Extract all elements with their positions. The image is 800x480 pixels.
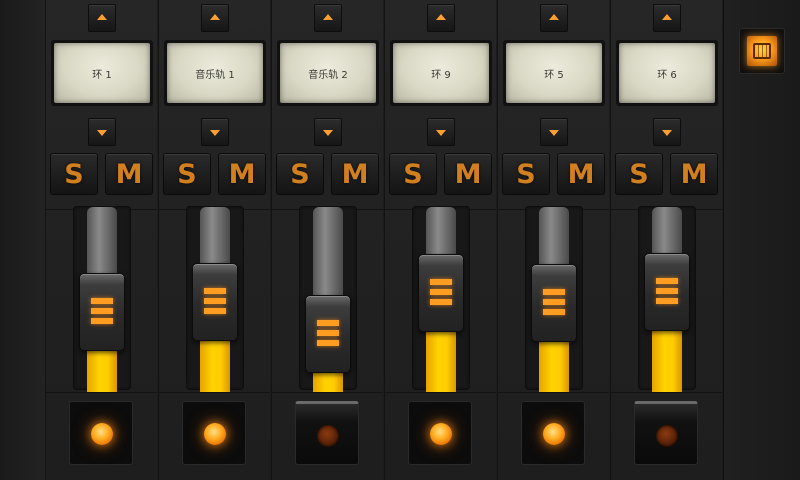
led-indicator [430, 423, 452, 445]
left-rail [0, 0, 46, 480]
grip-icon [91, 298, 113, 327]
arrow-up-icon [436, 14, 446, 20]
previous-track-button[interactable] [540, 4, 568, 32]
volume-fader-handle[interactable] [644, 253, 690, 331]
next-track-button[interactable] [201, 118, 229, 146]
record-button[interactable] [408, 401, 472, 465]
previous-track-button[interactable] [653, 4, 681, 32]
channel-strip: 环 5 S M [497, 0, 609, 480]
volume-fader-handle[interactable] [305, 294, 351, 373]
grip-icon [656, 278, 678, 306]
arrow-down-icon [662, 130, 672, 136]
arrow-down-icon [323, 130, 333, 136]
solo-button[interactable]: S [502, 153, 550, 195]
fader-tube [313, 207, 343, 305]
grip-icon [317, 319, 339, 348]
grip-icon [204, 287, 226, 316]
divider [385, 392, 496, 393]
divider [272, 392, 383, 393]
track-display: 音乐轨 2 [277, 40, 379, 106]
track-display: 环 6 [616, 40, 718, 106]
solo-button[interactable]: S [163, 153, 211, 195]
next-track-button[interactable] [540, 118, 568, 146]
led-indicator [656, 425, 678, 447]
channel-strip: 音乐轨 1 S M [158, 0, 270, 480]
mute-button[interactable]: M [105, 153, 153, 195]
volume-fader-handle[interactable] [79, 273, 125, 352]
next-track-button[interactable] [427, 118, 455, 146]
led-indicator [91, 423, 113, 445]
track-display: 环 1 [51, 40, 153, 106]
previous-track-button[interactable] [427, 4, 455, 32]
divider [611, 392, 722, 393]
mute-button[interactable]: M [557, 153, 605, 195]
mixer-toggle-button[interactable] [739, 28, 785, 74]
mute-button[interactable]: M [444, 153, 492, 195]
arrow-up-icon [323, 14, 333, 20]
previous-track-button[interactable] [88, 4, 116, 32]
next-track-button[interactable] [88, 118, 116, 146]
arrow-up-icon [210, 14, 220, 20]
solo-button[interactable]: S [276, 153, 324, 195]
track-name: 环 6 [619, 43, 715, 103]
arrow-up-icon [549, 14, 559, 20]
fader-level [87, 347, 117, 392]
fader-level [200, 336, 230, 392]
track-display: 环 9 [390, 40, 492, 106]
arrow-up-icon [662, 14, 672, 20]
track-name: 音乐轨 1 [167, 43, 263, 103]
led-indicator [317, 425, 339, 447]
track-name: 音乐轨 2 [280, 43, 376, 103]
track-name: 环 5 [506, 43, 602, 103]
fader-level [652, 327, 682, 392]
divider [498, 392, 609, 393]
volume-fader-handle[interactable] [192, 262, 238, 341]
grip-icon [430, 279, 452, 308]
track-display: 环 5 [503, 40, 605, 106]
arrow-down-icon [97, 130, 107, 136]
previous-track-button[interactable] [201, 4, 229, 32]
record-button[interactable] [295, 401, 359, 465]
led-indicator [543, 423, 565, 445]
next-track-button[interactable] [314, 118, 342, 146]
track-name: 环 9 [393, 43, 489, 103]
record-button[interactable] [69, 401, 133, 465]
solo-button[interactable]: S [615, 153, 663, 195]
solo-button[interactable]: S [389, 153, 437, 195]
track-display: 音乐轨 1 [164, 40, 266, 106]
divider [159, 392, 270, 393]
divider [46, 392, 157, 393]
channel-strip: 环 1 S M [45, 0, 157, 480]
previous-track-button[interactable] [314, 4, 342, 32]
mute-button[interactable]: M [670, 153, 718, 195]
record-button[interactable] [634, 401, 698, 465]
led-indicator [204, 423, 226, 445]
volume-fader-handle[interactable] [418, 254, 464, 333]
record-button[interactable] [182, 401, 246, 465]
arrow-down-icon [210, 130, 220, 136]
track-name: 环 1 [54, 43, 150, 103]
channel-strip: 环 6 S M [610, 0, 722, 480]
channel-strip: 音乐轨 2 S M [271, 0, 383, 480]
arrow-down-icon [549, 130, 559, 136]
arrow-up-icon [97, 14, 107, 20]
fader-tube [87, 207, 117, 284]
channel-strip: 环 9 S M [384, 0, 496, 480]
mute-button[interactable]: M [331, 153, 379, 195]
volume-fader-handle[interactable] [531, 263, 577, 342]
mute-button[interactable]: M [218, 153, 266, 195]
solo-button[interactable]: S [50, 153, 98, 195]
grip-icon [543, 288, 565, 317]
record-button[interactable] [521, 401, 585, 465]
mixer-icon [747, 36, 777, 66]
fader-level [426, 328, 456, 392]
next-track-button[interactable] [653, 118, 681, 146]
arrow-down-icon [436, 130, 446, 136]
fader-level [539, 337, 569, 392]
